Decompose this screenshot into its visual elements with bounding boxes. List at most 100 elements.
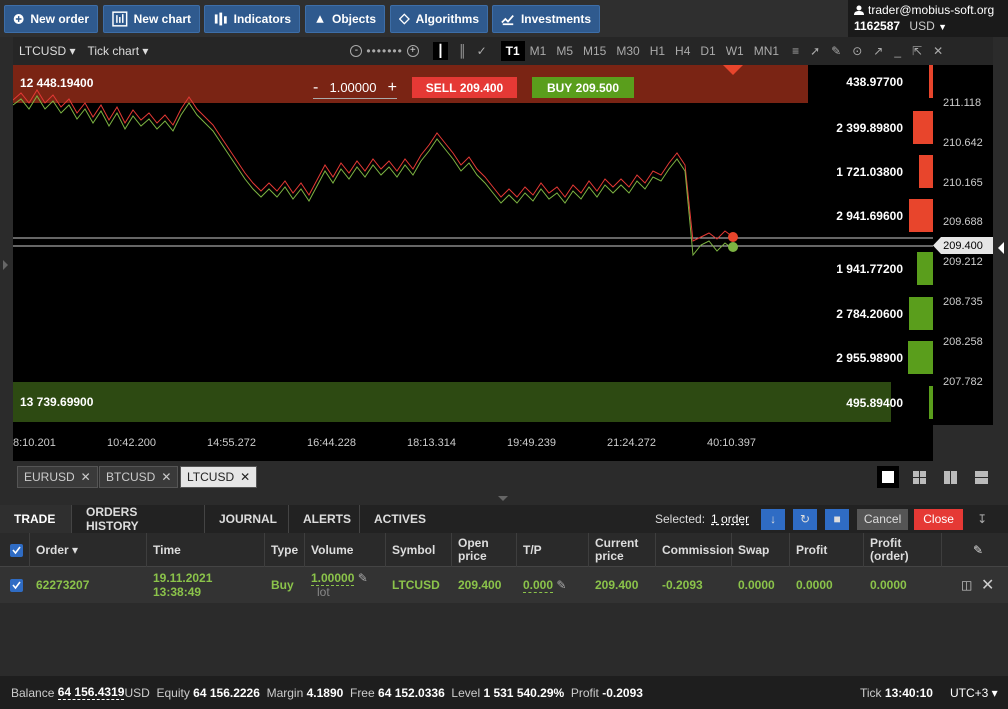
maximize-icon[interactable]: ⇱ xyxy=(912,44,922,58)
refresh-icon[interactable]: ↻ xyxy=(793,508,818,530)
tab-trade[interactable]: TRADE xyxy=(0,505,72,533)
line-style-icon[interactable]: ✓ xyxy=(477,44,487,58)
collapse-right-icon[interactable] xyxy=(998,242,1004,254)
candle-style-icon[interactable]: ┃ xyxy=(432,42,449,60)
time-tick: 18:13.314 xyxy=(407,437,456,449)
col-symbol[interactable]: Symbol xyxy=(386,533,452,567)
indicators-button[interactable]: Indicators xyxy=(204,5,300,33)
splitter-handle-icon[interactable] xyxy=(498,496,508,501)
zoom-in-icon[interactable]: + xyxy=(406,45,419,57)
timeframe-d1[interactable]: D1 xyxy=(695,44,720,58)
export-icon[interactable]: ↧ xyxy=(977,512,987,526)
minus-icon[interactable]: - xyxy=(313,79,318,97)
minimize-icon[interactable]: _ xyxy=(894,44,901,58)
timeframe-h1[interactable]: H1 xyxy=(645,44,670,58)
zoom-out-icon[interactable]: - xyxy=(350,45,363,57)
objects-button[interactable]: Objects xyxy=(305,5,385,33)
tab-journal[interactable]: JOURNAL xyxy=(205,505,289,533)
symbol-select[interactable]: LTCUSD ▾ xyxy=(13,44,81,58)
investments-button[interactable]: Investments xyxy=(492,5,600,33)
col-profit-order[interactable]: Profit (order) xyxy=(864,533,942,567)
trendline-icon[interactable]: ➚ xyxy=(810,44,820,58)
table-row[interactable]: 62273207 19.11.2021 13:38:49 Buy 1.00000… xyxy=(0,567,1008,603)
zoom-slider[interactable]: ••••••• xyxy=(366,44,402,58)
plus-icon[interactable]: + xyxy=(388,79,397,97)
symbol-tab-eurusd[interactable]: EURUSD ✕ xyxy=(17,466,98,488)
timeframe-w1[interactable]: W1 xyxy=(721,44,749,58)
download-icon[interactable]: ↓ xyxy=(761,508,786,530)
price-tick: 208.735 xyxy=(943,296,983,308)
crosshair-icon[interactable]: ⊙ xyxy=(852,44,862,58)
tab-orders-history[interactable]: ORDERS HISTORY xyxy=(72,505,205,533)
cell-volume[interactable]: 1.00000 ✎ lot xyxy=(305,567,368,603)
col-volume[interactable]: Volume xyxy=(305,533,386,567)
timeframe-h4[interactable]: H4 xyxy=(670,44,695,58)
profit-value: -0.2093 xyxy=(602,685,643,700)
brush-icon[interactable]: ✎ xyxy=(831,44,841,58)
close-icon[interactable]: ✕ xyxy=(161,470,171,484)
close-icon[interactable]: ✕ xyxy=(81,470,91,484)
quantity-stepper[interactable]: - 1.00000 + xyxy=(313,77,397,99)
layout-single-icon[interactable] xyxy=(877,466,899,488)
time-axis[interactable]: 8:10.201 10:42.200 14:55.272 16:44.228 1… xyxy=(13,425,933,461)
price-axis[interactable]: 211.118 210.642 210.165 209.688 209.212 … xyxy=(933,65,993,425)
sell-button[interactable]: SELL 209.400 xyxy=(412,77,517,98)
select-all-checkbox[interactable] xyxy=(0,533,30,567)
col-order[interactable]: Order ▾ xyxy=(30,533,147,567)
popout-icon[interactable]: ↗ xyxy=(873,44,883,58)
timeframe-m30[interactable]: M30 xyxy=(611,44,644,58)
modify-icon[interactable]: ◫ xyxy=(955,567,972,603)
chart-type-select[interactable]: Tick chart ▾ xyxy=(81,44,154,58)
splitter[interactable] xyxy=(0,492,1008,505)
timeframe-m1[interactable]: M1 xyxy=(525,44,552,58)
chevron-down-icon[interactable]: ▼ xyxy=(938,22,947,32)
timeframe-m5[interactable]: M5 xyxy=(551,44,578,58)
selected-value[interactable]: 1 order xyxy=(711,512,749,526)
tab-alerts[interactable]: ALERTS xyxy=(289,505,360,533)
col-current-price[interactable]: Current price xyxy=(589,533,656,567)
cell-tp-value[interactable]: 0.000 xyxy=(523,578,554,593)
fibonacci-icon[interactable]: ≡ xyxy=(792,44,799,58)
account-panel[interactable]: trader@mobius-soft.org 1162587 USD ▼ xyxy=(848,0,1008,37)
expand-left-icon[interactable] xyxy=(3,260,8,270)
close-icon[interactable]: ✕ xyxy=(240,470,250,484)
lock-icon[interactable]: ■ xyxy=(825,508,850,530)
col-commission[interactable]: Commission xyxy=(656,533,734,567)
tab-actives[interactable]: ACTIVES xyxy=(360,505,436,533)
cancel-button[interactable]: Cancel xyxy=(857,508,909,530)
algorithms-button[interactable]: Algorithms xyxy=(390,5,488,33)
col-swap[interactable]: Swap xyxy=(732,533,790,567)
col-tp[interactable]: T/P xyxy=(517,533,589,567)
new-order-button[interactable]: New order xyxy=(4,5,98,33)
symbol-tab-ltcusd[interactable]: LTCUSD ✕ xyxy=(180,466,258,488)
row-checkbox[interactable] xyxy=(0,567,30,603)
edit-columns-icon[interactable]: ✎ xyxy=(942,533,1008,567)
edit-icon[interactable]: ✎ xyxy=(556,578,566,592)
layout-columns-icon[interactable] xyxy=(939,466,961,488)
buy-button[interactable]: BUY 209.500 xyxy=(532,77,634,98)
close-chart-icon[interactable]: ✕ xyxy=(933,44,943,58)
col-time[interactable]: Time xyxy=(147,533,265,567)
col-open-price[interactable]: Open price xyxy=(452,533,517,567)
layout-grid-icon[interactable] xyxy=(908,466,930,488)
cell-volume-value[interactable]: 1.00000 xyxy=(311,571,355,586)
chart-canvas[interactable]: 12 448.19400 13 739.69900 - 1.00000 + SE… xyxy=(13,65,933,425)
price-tick: 209.212 xyxy=(943,256,983,268)
cell-tp[interactable]: 0.000 ✎ xyxy=(517,567,566,603)
tick-time: Tick 13:40:10 xyxy=(860,686,933,700)
timeframe-mn1[interactable]: MN1 xyxy=(749,44,784,58)
col-profit[interactable]: Profit xyxy=(790,533,864,567)
close-position-icon[interactable]: ✕ xyxy=(975,567,994,603)
balance-value[interactable]: 64 156.4319 xyxy=(57,685,125,700)
timeframe-m15[interactable]: M15 xyxy=(578,44,611,58)
quantity-value[interactable]: 1.00000 xyxy=(329,80,376,95)
timeframe-t1[interactable]: T1 xyxy=(500,41,525,61)
edit-icon[interactable]: ✎ xyxy=(358,571,368,585)
close-button[interactable]: Close xyxy=(914,508,964,530)
layout-rows-icon[interactable] xyxy=(970,466,992,488)
timezone-select[interactable]: UTC+3 ▾ xyxy=(950,686,998,700)
col-type[interactable]: Type xyxy=(265,533,305,567)
bar-style-icon[interactable]: ║ xyxy=(458,44,467,58)
new-chart-button[interactable]: New chart xyxy=(103,5,200,33)
symbol-tab-btcusd[interactable]: BTCUSD ✕ xyxy=(99,466,179,488)
